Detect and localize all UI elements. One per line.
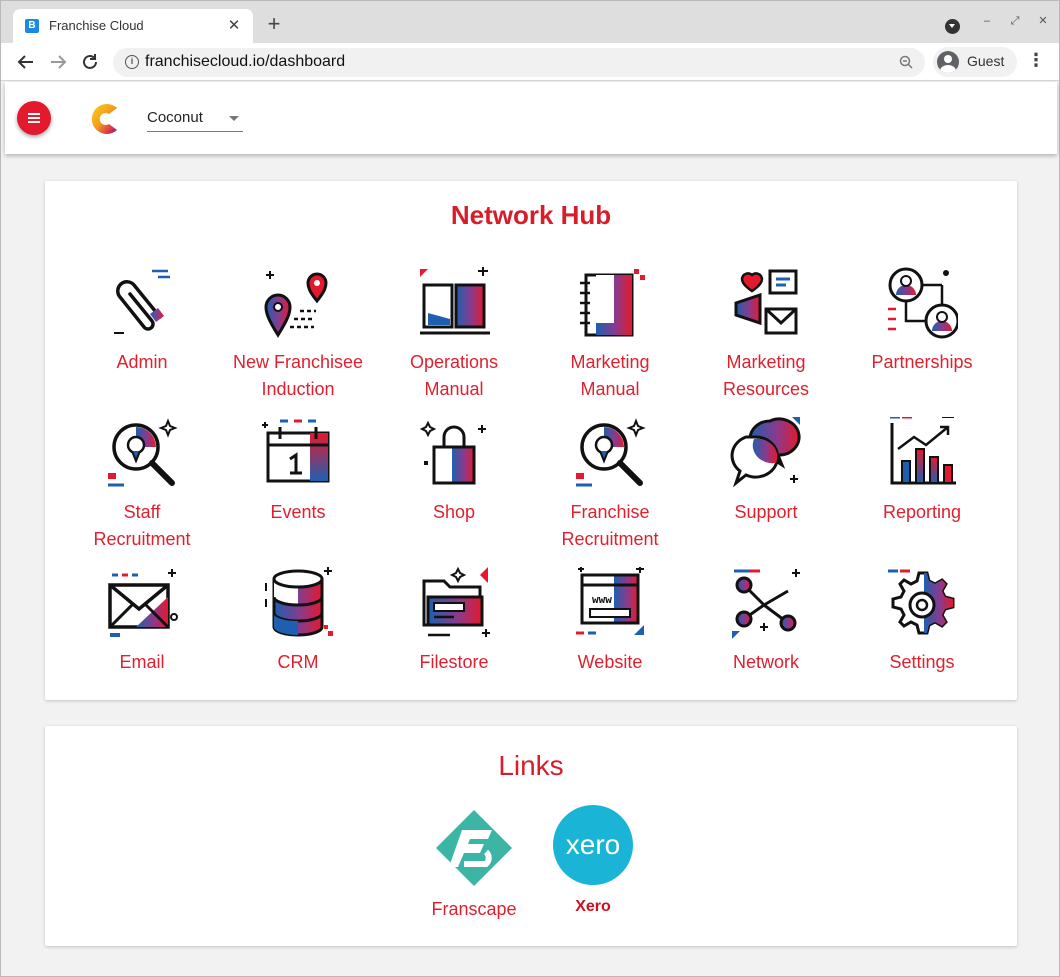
tile-label: Website: [577, 652, 643, 672]
open-book-icon: [420, 267, 490, 335]
paperclip-icon: [114, 269, 170, 334]
zoom-icon[interactable]: [899, 55, 913, 69]
tile-label: Staff Recruitment: [93, 502, 191, 549]
browser-tab[interactable]: B Franchise Cloud ✕: [13, 9, 253, 43]
franchise-select-value: Coconut: [147, 109, 203, 126]
tab-title: Franchise Cloud: [49, 18, 144, 33]
tile-label: Marketing Resources: [722, 352, 810, 399]
tile-label: CRM: [277, 652, 319, 672]
bar-chart-icon: [890, 417, 956, 485]
new-tab-button[interactable]: +: [263, 13, 285, 36]
magnifier-person-icon: [576, 418, 646, 487]
tile-label: Filestore: [419, 652, 489, 672]
magnifier-person-icon: [108, 418, 178, 487]
tile-label: Events: [270, 502, 326, 522]
tab-bar: B Franchise Cloud ✕ + ‒ ⤢ ✕: [1, 1, 1059, 43]
site-info-icon[interactable]: i: [125, 55, 139, 69]
restore-icon[interactable]: ⤢: [1007, 13, 1023, 29]
tile-label: Partnerships: [871, 352, 973, 372]
address-bar[interactable]: i franchisecloud.io/dashboard: [113, 48, 925, 77]
network-hub-title: Network Hub: [450, 200, 612, 230]
svg-text:www: www: [592, 593, 612, 606]
back-icon[interactable]: [15, 51, 37, 73]
favicon-icon: B: [25, 19, 39, 33]
xero-logo-icon: xero: [553, 805, 633, 885]
calendar-icon: [262, 419, 330, 483]
tile-label: Franchise Recruitment: [561, 502, 659, 549]
tile-label: Shop: [432, 502, 476, 522]
folder-icon: [422, 567, 490, 637]
browser-window-icon: www: [576, 567, 644, 635]
database-icon: [265, 567, 333, 637]
reload-icon[interactable]: [79, 51, 101, 73]
franchise-select[interactable]: Coconut: [147, 108, 243, 132]
profile-button[interactable]: Guest: [933, 47, 1017, 77]
profile-label: Guest: [967, 53, 1005, 69]
tile-label: Support: [734, 502, 798, 522]
browser-window: B Franchise Cloud ✕ + ‒ ⤢ ✕ i franchisec…: [0, 0, 1060, 977]
tile-label: Settings: [889, 652, 955, 672]
tile-label: New Franchisee Induction: [232, 352, 364, 399]
megaphone-icon: [734, 269, 798, 335]
forward-icon[interactable]: [47, 51, 69, 73]
close-window-icon[interactable]: ✕: [1035, 13, 1051, 29]
gear-icon: [888, 569, 955, 635]
tile-label: Email: [119, 652, 165, 672]
tile-label: Reporting: [882, 502, 962, 522]
links-card: Links Franscape xero Xero: [45, 726, 1017, 946]
envelope-icon: [108, 569, 178, 637]
notebook-icon: [580, 269, 645, 337]
app-header: Coconut: [5, 82, 1057, 154]
links-title: Links: [498, 750, 564, 781]
chat-bubbles-icon: [730, 417, 801, 488]
tab-search-icon[interactable]: [945, 19, 960, 34]
minimize-icon[interactable]: ‒: [979, 13, 995, 29]
url-text: franchisecloud.io/dashboard: [145, 53, 346, 70]
avatar-icon: [937, 51, 959, 73]
tile-label: Network: [732, 652, 799, 672]
franscape-logo-icon: [436, 810, 512, 886]
map-pins-icon: [264, 271, 328, 338]
menu-button[interactable]: [17, 101, 51, 135]
network-hub-card: Network Hub Admin New Franchisee Inductio…: [45, 181, 1017, 700]
browser-menu-icon[interactable]: ⋮: [1027, 51, 1045, 73]
people-network-icon: [888, 267, 958, 339]
tile-label: Admin: [116, 352, 168, 372]
close-tab-icon[interactable]: ✕: [225, 16, 243, 34]
tile-label: Marketing Manual: [570, 352, 650, 399]
svg-text:xero: xero: [566, 829, 620, 860]
browser-toolbar: i franchisecloud.io/dashboard Guest ⋮: [1, 43, 1059, 81]
shopping-bag-icon: [419, 420, 486, 485]
tile-label: Operations Manual: [409, 352, 499, 399]
link-label: Xero: [575, 898, 611, 915]
share-nodes-icon: [732, 569, 800, 639]
coconut-logo-icon: [91, 104, 117, 134]
link-label: Franscape: [431, 899, 517, 919]
chevron-down-icon: [229, 116, 239, 121]
